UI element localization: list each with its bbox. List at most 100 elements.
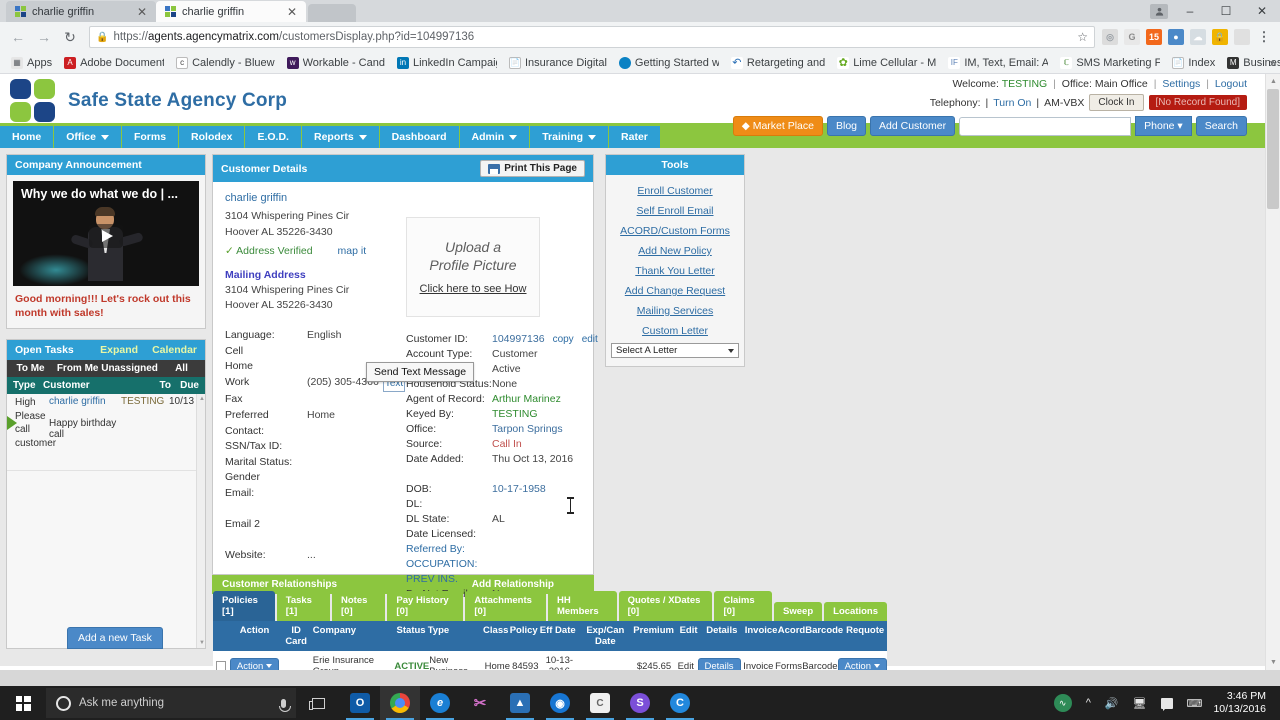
map-it-link[interactable]: map it — [338, 245, 367, 257]
tool-mailing-services[interactable]: Mailing Services — [611, 301, 739, 321]
profile-button[interactable] — [1146, 0, 1172, 22]
tab-policies[interactable]: Policies [1] — [213, 591, 275, 621]
tool-add-change-request[interactable]: Add Change Request — [611, 281, 739, 301]
nav-office[interactable]: Office — [54, 126, 122, 148]
back-icon[interactable]: ← — [6, 25, 30, 49]
tray-expand-icon[interactable]: ^ — [1079, 686, 1098, 720]
expand-link[interactable]: Expand — [100, 344, 138, 356]
tab-tasks[interactable]: Tasks [1] — [276, 591, 330, 621]
market-place-button[interactable]: ◆ Market Place — [732, 116, 823, 136]
logout-link[interactable]: Logout — [1215, 78, 1247, 90]
nav-rater[interactable]: Rater — [609, 126, 661, 148]
task-row[interactable]: High Please call customer charlie griffi… — [7, 394, 205, 452]
blog-button[interactable]: Blog — [827, 116, 867, 136]
task-customer-link[interactable]: charlie griffin — [49, 396, 106, 407]
customer-name[interactable]: charlie griffin — [225, 192, 581, 204]
taskbar-app-outlook[interactable]: O — [340, 686, 380, 720]
row-requote-button[interactable]: Action — [837, 657, 887, 670]
add-new-task-button[interactable]: Add a new Task — [67, 627, 163, 650]
row-edit-link[interactable]: Edit — [675, 661, 696, 671]
upload-how-link[interactable]: Click here to see How — [420, 283, 527, 295]
reload-icon[interactable]: ↻ — [58, 25, 82, 49]
bookmark-item[interactable]: 📄 Index — [1167, 55, 1220, 71]
tool-thank-you-letter[interactable]: Thank You Letter — [611, 261, 739, 281]
nav-training[interactable]: Training — [530, 126, 610, 148]
tool-acord-custom-forms[interactable]: ACORD/Custom Forms — [611, 221, 739, 241]
bookmark-item[interactable]: in LinkedIn Campaig — [392, 55, 502, 71]
extension-calendar-icon[interactable]: 15 — [1146, 29, 1162, 45]
tab-sweep[interactable]: Sweep — [774, 602, 823, 621]
extension-lock-icon[interactable]: 🔒 — [1212, 29, 1228, 45]
settings-link[interactable]: Settings — [1162, 78, 1200, 90]
copy-link[interactable]: copy — [553, 332, 574, 347]
bookmark-item[interactable]: IF IM, Text, Email: A — [943, 55, 1053, 71]
tab-notes[interactable]: Notes [0] — [332, 591, 386, 621]
nav-forms[interactable]: Forms — [121, 126, 180, 148]
chrome-menu-icon[interactable]: ⋮ — [1256, 29, 1272, 45]
tray-app-icon[interactable]: ∿ — [1047, 686, 1079, 720]
extension-bookmark-manager-icon[interactable]: ● — [1168, 29, 1184, 45]
bookmark-item[interactable]: w Workable - Cand — [282, 55, 390, 71]
network-icon[interactable]: 🖥 — [1126, 686, 1154, 720]
taskbar-app-webex[interactable]: ◉ — [540, 686, 580, 720]
taskbar-app-snipping-tool[interactable]: ✂ — [460, 686, 500, 720]
tool-self-enroll-email[interactable]: Self Enroll Email — [611, 201, 739, 221]
tab-hh-members[interactable]: HH Members — [547, 591, 617, 621]
filter-from-me[interactable]: From Me — [54, 360, 101, 377]
global-search-input[interactable] — [959, 116, 1132, 136]
bookmark-star-icon[interactable]: ☆ — [1077, 30, 1088, 44]
taskbar-clock[interactable]: 3:46 PM 10/13/2016 — [1209, 690, 1274, 716]
nav-home[interactable]: Home — [0, 126, 55, 148]
tool-enroll-customer[interactable]: Enroll Customer — [611, 181, 739, 201]
row-details-button[interactable]: Details — [697, 657, 741, 670]
bookmark-item[interactable]: ✿ Lime Cellular - M — [832, 55, 941, 71]
taskbar-app-contacts[interactable]: C — [660, 686, 700, 720]
extension-g-icon[interactable]: G — [1124, 29, 1140, 45]
browser-tab-1[interactable]: charlie griffin ✕ — [6, 1, 156, 22]
tab-locations[interactable]: Locations — [824, 602, 888, 621]
taskbar-app-edge[interactable]: e — [420, 686, 460, 720]
filter-all[interactable]: All — [158, 360, 205, 377]
clock-in-button[interactable]: Clock In — [1089, 94, 1144, 111]
print-this-page-button[interactable]: Print This Page — [480, 160, 585, 177]
action-center-icon[interactable] — [1154, 686, 1180, 720]
extension-circle-icon[interactable]: ◎ — [1102, 29, 1118, 45]
tool-add-new-policy[interactable]: Add New Policy — [611, 241, 739, 261]
tool-custom-letter[interactable]: Custom Letter — [611, 321, 739, 341]
announcement-video[interactable]: Why we do what we do | ... — [13, 181, 199, 286]
tab-claims[interactable]: Claims [0] — [714, 591, 773, 621]
calendar-link[interactable]: Calendar — [152, 344, 197, 356]
row-forms-link[interactable]: Forms — [775, 661, 802, 671]
nav-reports[interactable]: Reports — [301, 126, 380, 148]
bookmark-apps[interactable]: ▦ Apps — [6, 55, 57, 71]
taskbar-app-notepad[interactable]: C — [580, 686, 620, 720]
task-view-button[interactable] — [296, 697, 340, 710]
scroll-up-icon[interactable]: ▲ — [1266, 74, 1280, 89]
taskbar-app-chrome[interactable] — [380, 686, 420, 720]
tasks-scrollbar[interactable]: ▲ ▼ — [196, 394, 205, 649]
row-checkbox[interactable] — [216, 661, 227, 670]
play-icon[interactable] — [89, 223, 123, 248]
tab-close-icon[interactable]: ✕ — [134, 6, 150, 18]
phone-dropdown-button[interactable]: Phone ▾ — [1135, 116, 1192, 136]
taskbar-app-skype[interactable]: S — [620, 686, 660, 720]
address-bar[interactable]: 🔒 https://agents.agencymatrix.com/custom… — [89, 26, 1095, 48]
bookmark-item[interactable]: 📄 Insurance Digital — [504, 55, 612, 71]
cortana-search-box[interactable]: Ask me anything — [46, 688, 296, 718]
nav-rolodex[interactable]: Rolodex — [179, 126, 246, 148]
table-row[interactable]: Action Erie Insurance Group ACTIVE New B… — [213, 651, 887, 670]
extension-gray-icon[interactable] — [1234, 29, 1250, 45]
tab-pay-history[interactable]: Pay History [0] — [387, 591, 464, 621]
volume-icon[interactable]: 🔊 — [1098, 686, 1126, 720]
tab-quotes-xdates[interactable]: Quotes / XDates [0] — [618, 591, 713, 621]
new-tab-button[interactable] — [308, 4, 356, 22]
nav-admin[interactable]: Admin — [459, 126, 531, 148]
row-invoice-link[interactable]: Invoice — [742, 661, 775, 671]
edit-link[interactable]: edit — [582, 332, 598, 347]
page-scrollbar[interactable]: ▲ ▼ — [1265, 74, 1280, 670]
scroll-down-icon[interactable]: ▼ — [1266, 655, 1280, 670]
select-a-letter-dropdown[interactable]: Select A Letter — [611, 343, 739, 358]
close-button[interactable]: ✕ — [1244, 0, 1280, 22]
tab-attachments[interactable]: Attachments [0] — [465, 591, 546, 621]
profile-picture-upload[interactable]: Upload a Profile Picture Click here to s… — [406, 217, 540, 317]
